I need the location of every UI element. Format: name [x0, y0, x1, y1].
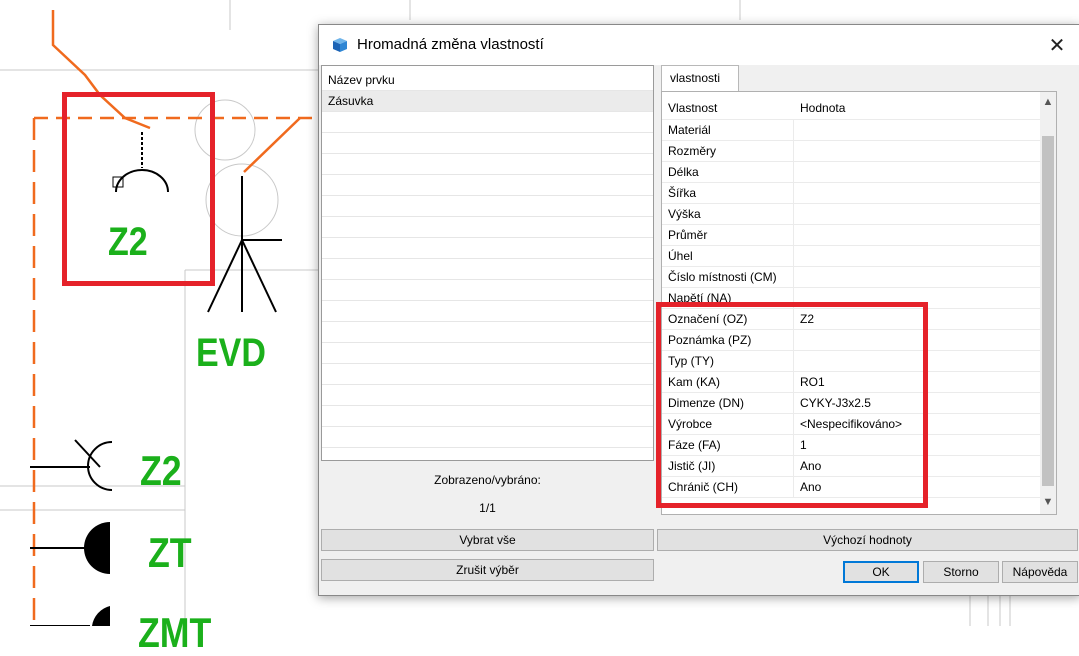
cad-label-zmt: ZMT: [138, 609, 212, 656]
property-row[interactable]: Materiál: [662, 120, 1040, 141]
property-name: Průměr: [668, 228, 708, 242]
selection-status-value: 1/1: [479, 501, 496, 515]
property-row[interactable]: Číslo místnosti (CM): [662, 267, 1040, 288]
property-name: Šířka: [668, 186, 697, 200]
selection-status-label: Zobrazeno/vybráno:: [434, 473, 541, 487]
close-button[interactable]: ✕: [1034, 25, 1079, 65]
select-all-button[interactable]: Vybrat vše: [321, 529, 654, 551]
property-row[interactable]: Úhel: [662, 246, 1040, 267]
element-list[interactable]: Název prvku Zásuvka: [321, 65, 654, 461]
highlight-box-symbol: [62, 92, 215, 286]
vertical-scrollbar[interactable]: ▲ ▼: [1040, 92, 1056, 514]
property-name: Úhel: [668, 249, 693, 263]
distribution-symbol: [207, 176, 282, 313]
property-name: Rozměry: [668, 144, 717, 158]
tab-properties[interactable]: vlastnosti: [661, 65, 739, 91]
clear-selection-button[interactable]: Zrušit výběr: [321, 559, 654, 581]
cad-label-z2-lower: Z2: [140, 447, 182, 494]
grid-header-value: Hodnota: [800, 101, 846, 115]
socket-filled-symbol: [84, 522, 110, 574]
default-values-button[interactable]: Výchozí hodnoty: [657, 529, 1078, 551]
ok-button[interactable]: OK: [843, 561, 919, 583]
element-list-item[interactable]: Zásuvka: [322, 91, 653, 112]
property-row[interactable]: Rozměry: [662, 141, 1040, 162]
cad-label-zt: ZT: [148, 529, 192, 576]
highlight-box-properties: [656, 302, 928, 508]
property-row[interactable]: Výška: [662, 204, 1040, 225]
cad-label-evd: EVD: [196, 331, 266, 375]
dialog-title: Hromadná změna vlastností: [357, 36, 544, 53]
scroll-down-icon[interactable]: ▼: [1040, 494, 1056, 510]
element-list-header: Název prvku: [322, 70, 653, 91]
property-name: Číslo místnosti (CM): [668, 270, 777, 284]
app-icon: [333, 38, 347, 52]
grid-header-row: Vlastnost Hodnota: [662, 96, 1040, 120]
property-row[interactable]: Průměr: [662, 225, 1040, 246]
property-row[interactable]: Délka: [662, 162, 1040, 183]
help-button[interactable]: Nápověda: [1002, 561, 1078, 583]
dialog-titlebar[interactable]: Hromadná změna vlastností ✕: [319, 25, 1079, 65]
scroll-up-icon[interactable]: ▲: [1040, 94, 1056, 110]
property-name: Délka: [668, 165, 699, 179]
grid-header-property: Vlastnost: [668, 101, 718, 115]
property-row[interactable]: Šířka: [662, 183, 1040, 204]
cancel-button[interactable]: Storno: [923, 561, 999, 583]
property-name: Výška: [668, 207, 701, 221]
property-name: Materiál: [668, 123, 711, 137]
scroll-thumb[interactable]: [1042, 136, 1054, 486]
